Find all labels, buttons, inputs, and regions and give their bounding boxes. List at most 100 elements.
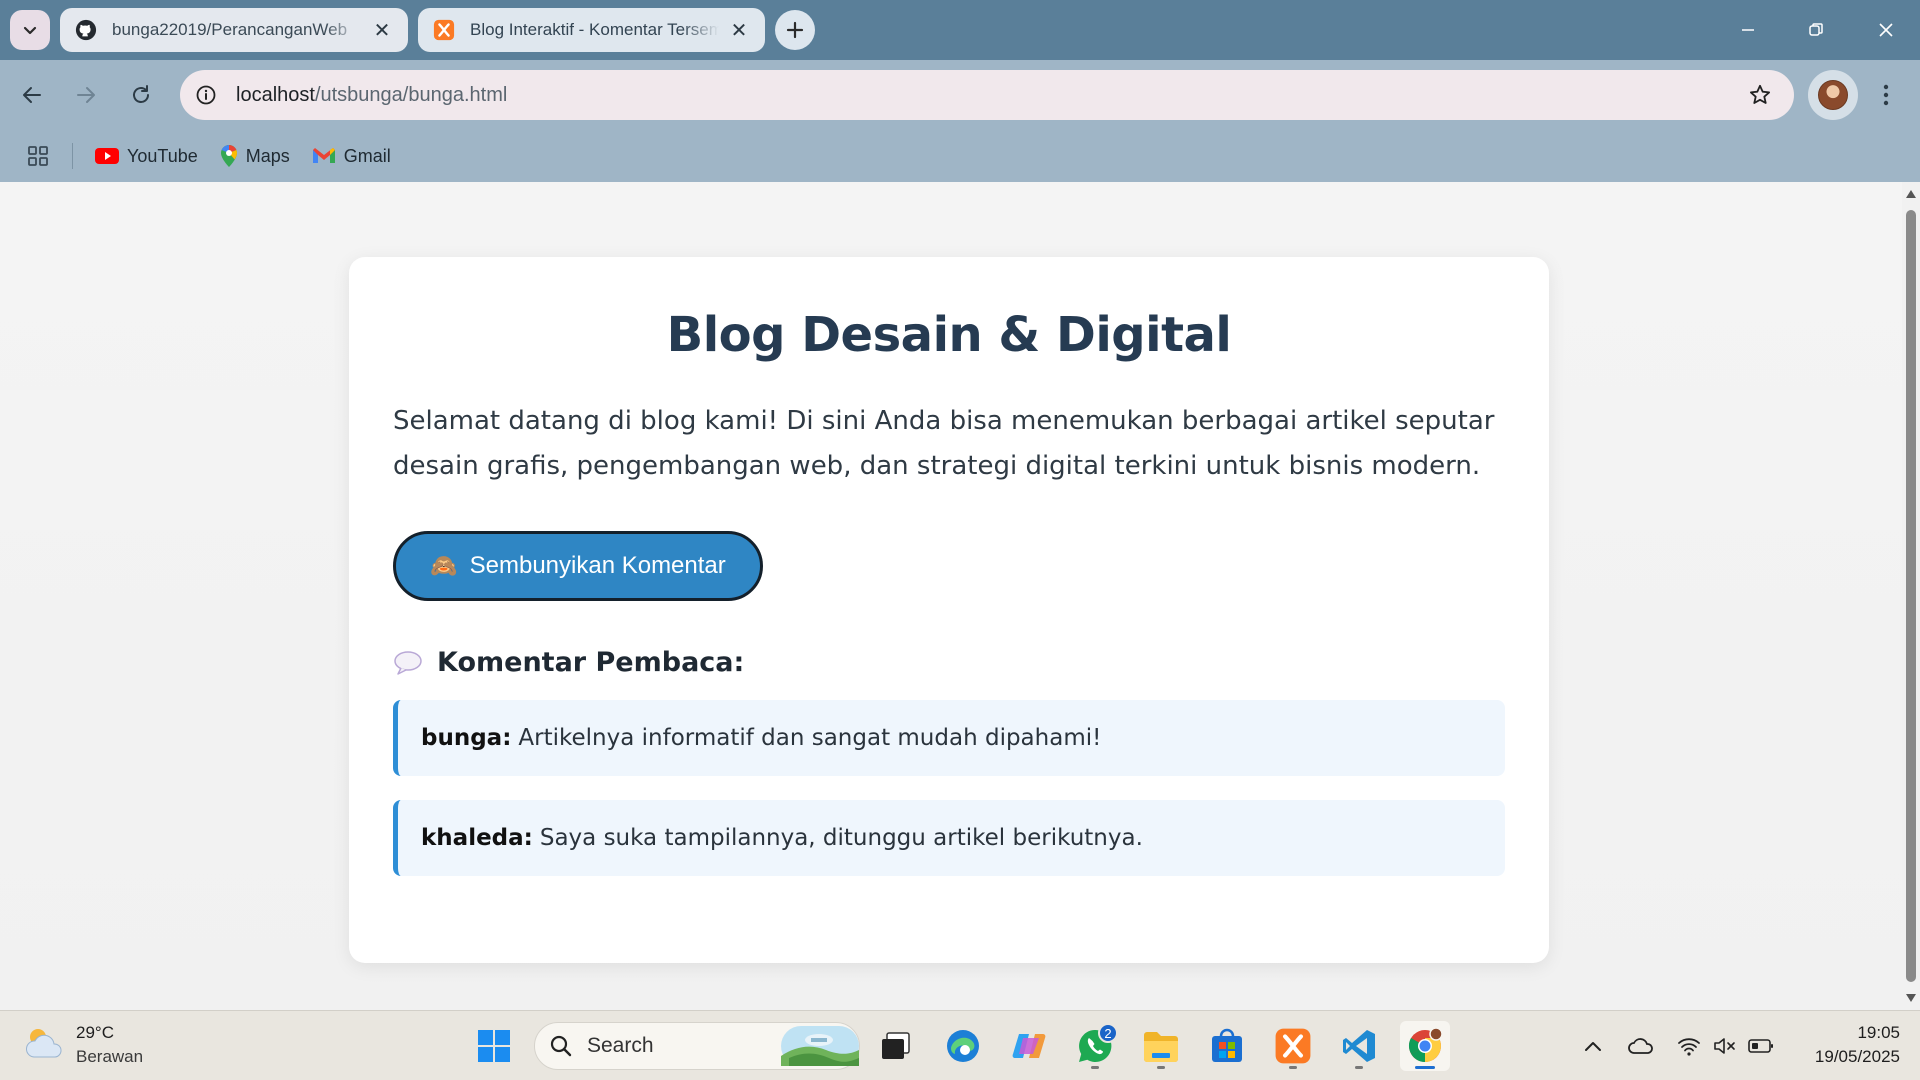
blog-card: Blog Desain & Digital Selamat datang di … xyxy=(349,257,1549,963)
onedrive-button[interactable] xyxy=(1624,1026,1658,1066)
github-icon xyxy=(74,18,98,42)
scroll-down-arrow-icon[interactable] xyxy=(1906,994,1916,1002)
running-indicator xyxy=(1355,1066,1363,1069)
tab-strip: bunga22019/PerancanganWeb ✕ Blog Interak… xyxy=(0,0,1920,60)
chevron-down-icon xyxy=(23,26,37,35)
reload-button[interactable] xyxy=(121,75,161,115)
bookmark-youtube[interactable]: YouTube xyxy=(87,138,206,174)
taskbar-xampp[interactable] xyxy=(1268,1021,1318,1071)
url-host: localhost xyxy=(236,83,315,106)
task-view-button[interactable] xyxy=(871,1021,921,1071)
weather-widget[interactable]: 29°C Berawan xyxy=(24,1021,143,1069)
scroll-up-arrow-icon[interactable] xyxy=(1906,190,1916,198)
system-clock[interactable]: 19:05 19/05/2025 xyxy=(1780,1021,1900,1069)
browser-menu-button[interactable] xyxy=(1866,75,1906,115)
chevron-up-icon xyxy=(1585,1042,1601,1051)
vertical-scrollbar[interactable] xyxy=(1902,182,1920,1010)
taskbar-vscode[interactable] xyxy=(1334,1021,1384,1071)
copilot-icon xyxy=(1012,1034,1046,1058)
clock-date: 19/05/2025 xyxy=(1814,1047,1900,1066)
search-highlight-landscape-icon xyxy=(781,1026,859,1066)
maps-icon xyxy=(220,144,238,168)
arrow-left-icon xyxy=(23,87,41,103)
bookmark-gmail[interactable]: Gmail xyxy=(304,138,399,174)
plus-icon xyxy=(786,21,804,39)
apps-button[interactable] xyxy=(18,136,58,176)
running-indicator xyxy=(1289,1066,1297,1069)
see-no-evil-monkey-icon: 🙈 xyxy=(430,553,458,578)
back-button[interactable] xyxy=(12,75,52,115)
avatar xyxy=(1818,80,1848,110)
taskbar-whatsapp[interactable]: 2 xyxy=(1070,1021,1120,1071)
active-indicator xyxy=(1415,1066,1435,1069)
chrome-icon xyxy=(1408,1027,1443,1062)
new-tab-button[interactable] xyxy=(775,10,815,50)
running-indicator xyxy=(1091,1066,1099,1069)
youtube-icon xyxy=(95,147,119,165)
close-icon xyxy=(1879,23,1893,37)
xampp-icon xyxy=(432,18,456,42)
cloud-icon xyxy=(1628,1038,1653,1054)
restore-button[interactable] xyxy=(1792,10,1840,50)
tab-title: bunga22019/PerancanganWeb xyxy=(112,20,348,39)
edge-icon xyxy=(947,1030,979,1062)
page-viewport: Blog Desain & Digital Selamat datang di … xyxy=(0,182,1902,1010)
page-title: Blog Desain & Digital xyxy=(666,307,1232,363)
tab-search-button[interactable] xyxy=(10,10,50,50)
minimize-button[interactable] xyxy=(1724,10,1772,50)
taskbar-microsoft-store[interactable] xyxy=(1202,1021,1252,1071)
close-window-button[interactable] xyxy=(1862,10,1910,50)
bookmark-maps[interactable]: Maps xyxy=(212,138,298,174)
browser-toolbar: localhost/utsbunga/bunga.html xyxy=(0,60,1920,130)
comment-item: khaleda: Saya suka tampilannya, ditunggu… xyxy=(393,800,1505,876)
reload-icon xyxy=(133,85,149,103)
forward-button[interactable] xyxy=(66,75,106,115)
battery-icon xyxy=(1748,1039,1773,1053)
volume-button[interactable] xyxy=(1708,1026,1742,1066)
folder-icon xyxy=(1144,1032,1178,1062)
start-button[interactable] xyxy=(469,1021,519,1071)
close-icon[interactable]: ✕ xyxy=(727,18,751,42)
arrow-right-icon xyxy=(77,87,95,103)
store-icon xyxy=(1212,1028,1242,1062)
xampp-icon xyxy=(1275,1028,1311,1064)
running-indicator xyxy=(1157,1066,1165,1069)
tab-blog[interactable]: Blog Interaktif - Komentar Tersembunyi ✕ xyxy=(418,8,765,52)
url-text[interactable]: localhost/utsbunga/bunga.html xyxy=(236,84,1740,107)
taskbar-file-explorer[interactable] xyxy=(1136,1021,1186,1071)
comment-text: Saya suka tampilannya, ditunggu artikel … xyxy=(539,825,1143,851)
bookmarks-bar: YouTube Maps Gmail xyxy=(0,130,1920,182)
windows-taskbar: 29°C Berawan Search 2 19:05 19/05/2025 xyxy=(0,1010,1920,1080)
bookmark-label: Maps xyxy=(245,145,290,166)
bookmark-star-icon[interactable] xyxy=(1740,75,1780,115)
tab-github[interactable]: bunga22019/PerancanganWeb ✕ xyxy=(60,8,408,52)
intro-paragraph: Selamat datang di blog kami! Di sini And… xyxy=(393,406,1495,481)
search-label: Search xyxy=(587,1034,654,1057)
site-info-icon[interactable] xyxy=(186,75,226,115)
comment-item: bunga: Artikelnya informatif dan sangat … xyxy=(393,700,1505,776)
wifi-button[interactable] xyxy=(1672,1026,1706,1066)
wifi-icon xyxy=(1678,1038,1700,1056)
bookmarks-separator xyxy=(72,143,73,169)
taskbar-copilot[interactable] xyxy=(1004,1021,1054,1071)
toggle-comments-label: Sembunyikan Komentar xyxy=(469,552,726,579)
apps-grid-icon xyxy=(28,146,48,166)
scroll-thumb[interactable] xyxy=(1906,210,1916,982)
comment-text: Artikelnya informatif dan sangat mudah d… xyxy=(518,725,1102,751)
gmail-icon xyxy=(312,147,336,165)
taskbar-chrome[interactable] xyxy=(1400,1021,1450,1071)
more-vertical-icon xyxy=(1883,84,1889,106)
profile-button[interactable] xyxy=(1808,70,1858,120)
task-view-icon xyxy=(882,1032,910,1059)
clock-time: 19:05 xyxy=(1857,1023,1900,1042)
address-bar[interactable]: localhost/utsbunga/bunga.html xyxy=(180,70,1794,120)
battery-button[interactable] xyxy=(1744,1026,1778,1066)
comment-author: bunga: xyxy=(421,725,512,751)
minimize-icon xyxy=(1742,29,1754,31)
close-icon[interactable]: ✕ xyxy=(370,18,394,42)
tab-title: Blog Interaktif - Komentar Tersembunyi xyxy=(470,20,719,39)
taskbar-search-box[interactable]: Search xyxy=(534,1022,860,1070)
show-hidden-icons-button[interactable] xyxy=(1578,1026,1608,1066)
taskbar-edge[interactable] xyxy=(938,1021,988,1071)
toggle-comments-button[interactable]: 🙈 Sembunyikan Komentar xyxy=(393,531,763,601)
